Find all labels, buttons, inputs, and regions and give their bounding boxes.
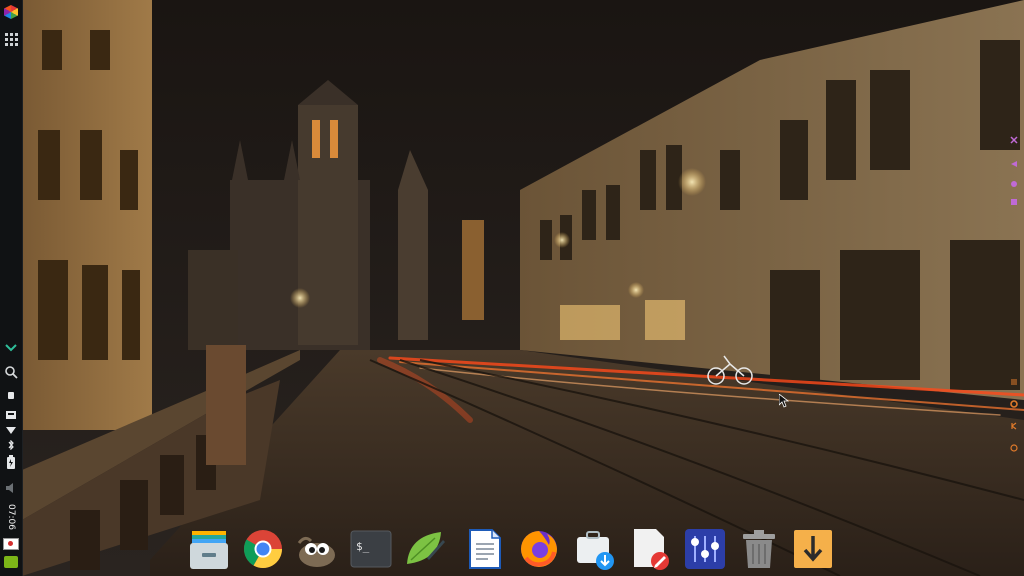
mixer-icon[interactable] <box>682 526 728 572</box>
panel-clock[interactable]: 07:06 <box>0 502 22 532</box>
file-manager-icon[interactable] <box>186 526 232 572</box>
edge-widget-icon[interactable] <box>1008 134 1020 146</box>
edge-widget-icon[interactable] <box>1008 420 1020 432</box>
search-icon[interactable] <box>2 363 20 381</box>
edge-widget-icon[interactable] <box>1008 158 1020 170</box>
bluetooth-icon[interactable] <box>2 436 20 454</box>
document-viewer-icon[interactable] <box>462 526 508 572</box>
file-editor-icon[interactable] <box>628 526 674 572</box>
text-editor-icon[interactable] <box>402 526 448 572</box>
edge-widget-icon[interactable] <box>1008 196 1020 208</box>
desktop-wallpaper <box>0 0 1024 576</box>
edge-menu-icon[interactable] <box>1008 376 1020 388</box>
dock: $_ <box>184 522 844 576</box>
volume-icon[interactable] <box>2 479 20 497</box>
flag-icon[interactable] <box>2 535 20 553</box>
terminal-icon[interactable]: $_ <box>348 526 394 572</box>
chrome-icon[interactable] <box>240 526 286 572</box>
trash-icon[interactable] <box>736 526 782 572</box>
edge-widget-icon[interactable] <box>1008 178 1020 190</box>
keyboard-layout-icon[interactable] <box>2 553 20 571</box>
battery-icon[interactable] <box>2 453 20 471</box>
downloads-icon[interactable] <box>790 526 836 572</box>
software-installer-icon[interactable] <box>572 526 618 572</box>
grid-icon[interactable] <box>2 30 20 48</box>
usb-icon[interactable] <box>2 386 20 404</box>
mouse-cursor <box>778 393 790 408</box>
app-menu-icon[interactable] <box>2 3 20 21</box>
settings-icon[interactable] <box>1008 398 1020 410</box>
chevron-down-icon[interactable] <box>2 339 20 357</box>
clock-text: 07:06 <box>6 504 16 530</box>
edge-widget-icon[interactable] <box>1008 442 1020 454</box>
terminal-glyph: $_ <box>356 540 370 553</box>
gimp-icon[interactable] <box>294 526 340 572</box>
firefox-icon[interactable] <box>516 526 562 572</box>
side-panel: 07:06 <box>0 0 23 576</box>
